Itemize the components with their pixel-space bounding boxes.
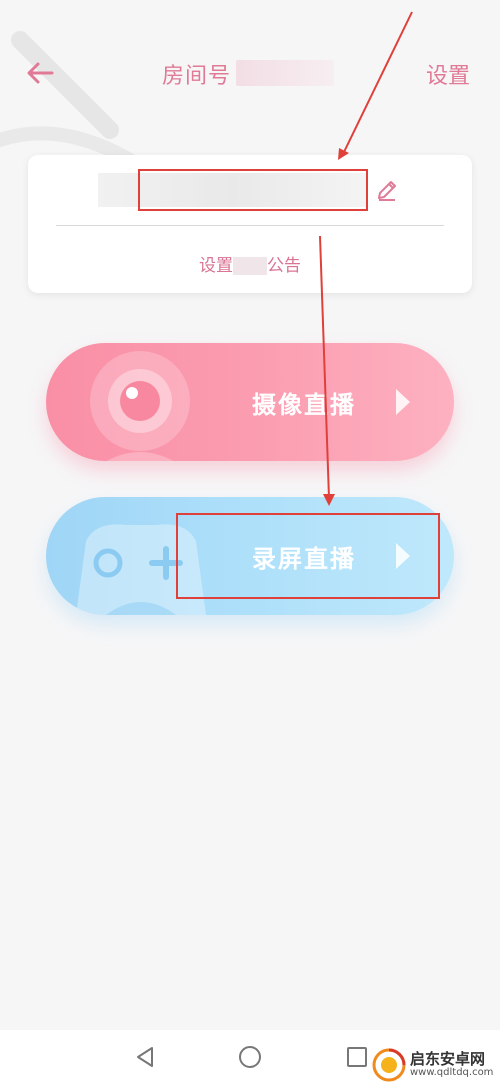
camera-live-label: 摄像直播	[252, 391, 356, 419]
annotation-box-screen-live	[176, 513, 440, 599]
notice-redacted	[233, 257, 267, 275]
card-divider	[56, 225, 444, 226]
back-triangle-icon[interactable]	[132, 1044, 158, 1070]
recents-square-icon[interactable]	[344, 1044, 370, 1070]
camera-icon	[90, 351, 190, 461]
camera-live-button[interactable]: 摄像直播	[46, 343, 454, 461]
page-title: 房间号	[162, 64, 232, 89]
home-circle-icon[interactable]	[237, 1044, 263, 1070]
watermark-name: 启东安卓网	[410, 1050, 486, 1068]
room-number-redacted	[236, 60, 334, 86]
top-bar: 房间号 设置	[0, 0, 500, 150]
notice-prefix: 设置	[199, 256, 233, 276]
watermark-logo-icon	[372, 1048, 406, 1082]
settings-button[interactable]: 设置	[426, 58, 470, 90]
room-info-card: 设置 公告	[28, 155, 472, 293]
notice-suffix: 公告	[267, 256, 301, 276]
chevron-right-icon	[396, 389, 410, 415]
site-watermark: 启东安卓网 www.qdltdq.com	[372, 1046, 500, 1084]
back-arrow-icon[interactable]	[22, 55, 58, 91]
edit-pencil-icon[interactable]	[374, 177, 400, 203]
set-notice-link[interactable]: 设置 公告	[28, 251, 472, 276]
annotation-box-room-name	[138, 169, 368, 211]
watermark-url: www.qdltdq.com	[410, 1067, 494, 1078]
